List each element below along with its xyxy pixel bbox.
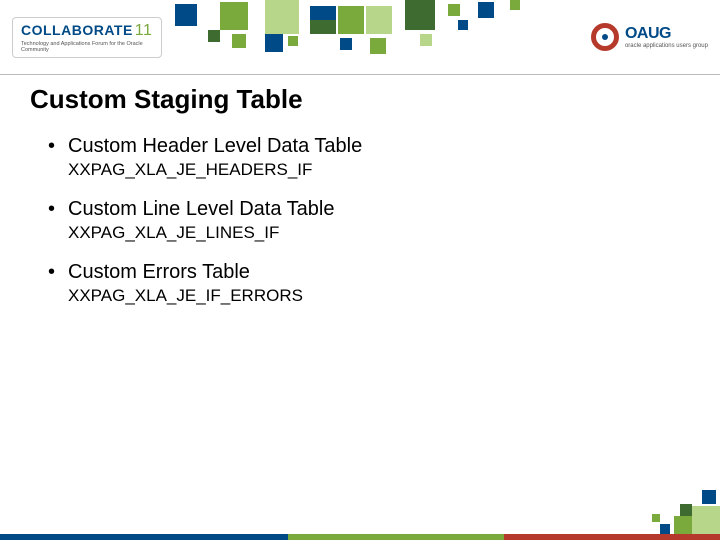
bullet-label: Custom Header Level Data Table bbox=[68, 135, 362, 158]
oaug-ring-icon bbox=[591, 23, 619, 51]
slide-title: Custom Staging Table bbox=[30, 84, 690, 115]
bullet-item: • Custom Errors Table XXPAG_XLA_JE_IF_ER… bbox=[48, 261, 690, 306]
oaug-logo: OAUG oracle applications users group bbox=[591, 23, 708, 51]
collaborate-logo: COLLABORATE11 Technology and Application… bbox=[12, 17, 162, 58]
slide-content: Custom Staging Table • Custom Header Lev… bbox=[30, 84, 690, 324]
header-band: COLLABORATE11 Technology and Application… bbox=[0, 0, 720, 74]
bullet-icon: • bbox=[48, 262, 68, 282]
bullet-icon: • bbox=[48, 136, 68, 156]
bullet-sub: XXPAG_XLA_JE_HEADERS_IF bbox=[68, 160, 690, 180]
logo-tagline: Technology and Applications Forum for th… bbox=[21, 41, 153, 53]
bullet-list: • Custom Header Level Data Table XXPAG_X… bbox=[30, 135, 690, 306]
logo-year: 11 bbox=[135, 22, 153, 39]
bullet-item: • Custom Header Level Data Table XXPAG_X… bbox=[48, 135, 690, 180]
header-divider bbox=[0, 74, 720, 75]
bullet-label: Custom Errors Table bbox=[68, 261, 250, 284]
bullet-sub: XXPAG_XLA_JE_LINES_IF bbox=[68, 223, 690, 243]
bullet-sub: XXPAG_XLA_JE_IF_ERRORS bbox=[68, 286, 690, 306]
oaug-brand: OAUG bbox=[625, 26, 708, 42]
footer-stripe bbox=[0, 534, 720, 540]
footer-squares-decoration bbox=[600, 474, 720, 534]
bullet-item: • Custom Line Level Data Table XXPAG_XLA… bbox=[48, 198, 690, 243]
oaug-sub: oracle applications users group bbox=[625, 43, 708, 49]
bullet-label: Custom Line Level Data Table bbox=[68, 198, 334, 221]
bullet-icon: • bbox=[48, 199, 68, 219]
logo-main-text: COLLABORATE bbox=[21, 22, 133, 38]
